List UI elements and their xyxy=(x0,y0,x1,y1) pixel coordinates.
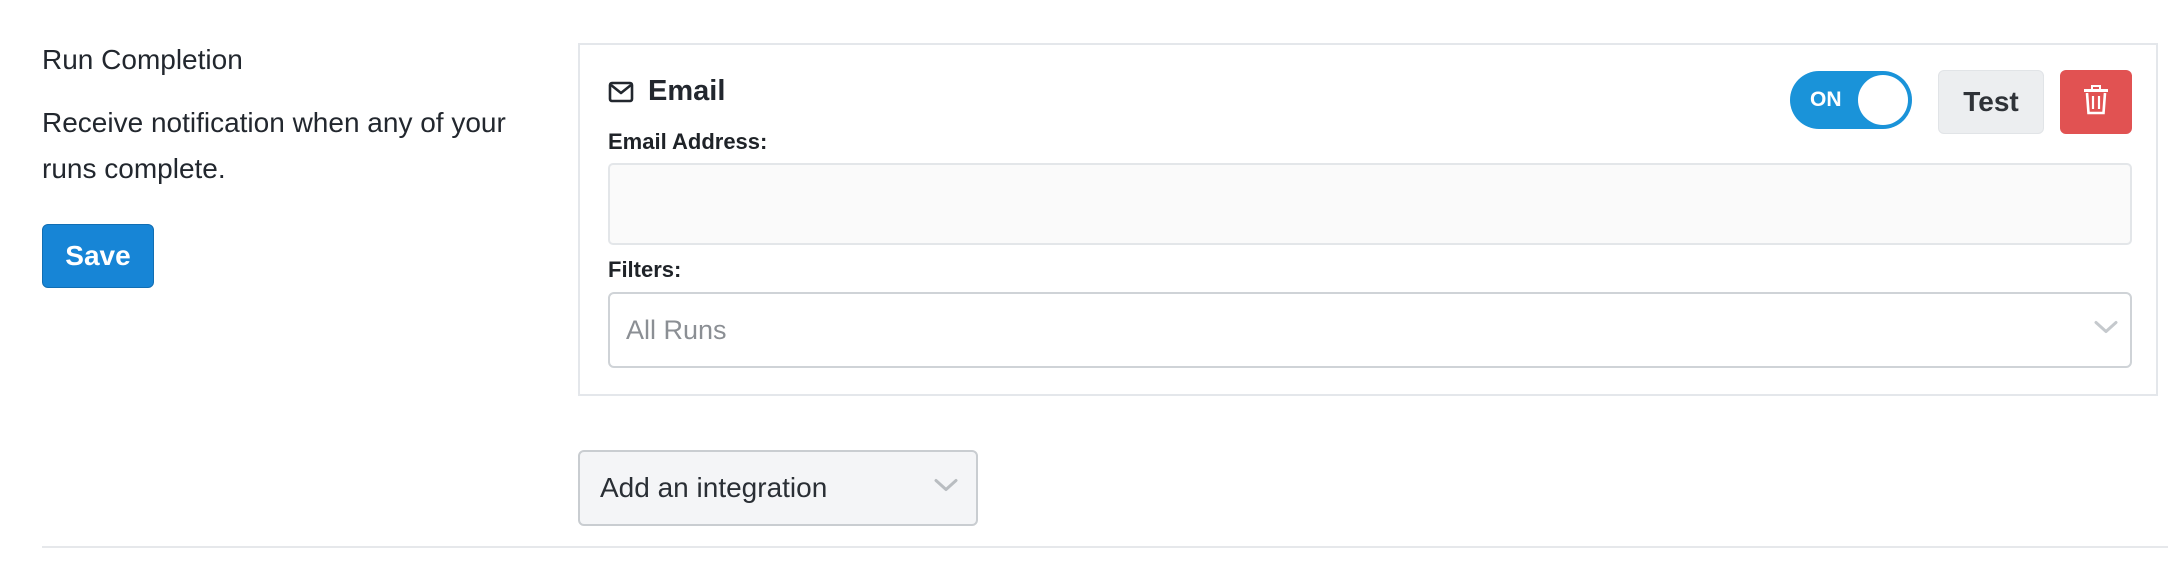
email-address-label: Email Address: xyxy=(608,129,768,154)
save-button[interactable]: Save xyxy=(42,224,154,288)
section-divider xyxy=(42,546,2168,548)
filters-label: Filters: xyxy=(608,257,682,282)
enabled-toggle[interactable]: ON xyxy=(1790,71,1912,129)
run-completion-section: Run Completion Receive notification when… xyxy=(42,36,542,288)
add-integration-select[interactable]: Add an integration xyxy=(578,450,978,526)
notification-settings-page: Run Completion Receive notification when… xyxy=(0,0,2168,572)
chevron-down-icon xyxy=(2094,321,2118,340)
filters-select[interactable]: All Runs xyxy=(608,292,2132,368)
add-integration-label: Add an integration xyxy=(600,472,828,503)
test-button[interactable]: Test xyxy=(1938,70,2044,134)
section-title: Run Completion xyxy=(42,44,243,75)
email-integration-card: Email ON Test Email Address: Filters: Al… xyxy=(578,43,2158,396)
integration-header: Email xyxy=(608,75,725,108)
toggle-label: ON xyxy=(1810,88,1842,111)
email-address-input[interactable] xyxy=(608,163,2132,245)
trash-icon xyxy=(2083,84,2109,120)
filters-selected-value: All Runs xyxy=(626,315,727,345)
delete-button[interactable] xyxy=(2060,70,2132,134)
integration-title: Email xyxy=(648,75,726,107)
toggle-knob xyxy=(1858,75,1908,125)
section-description: Receive notification when any of your ru… xyxy=(42,107,506,184)
envelope-icon xyxy=(608,81,634,103)
chevron-down-icon xyxy=(934,479,958,498)
